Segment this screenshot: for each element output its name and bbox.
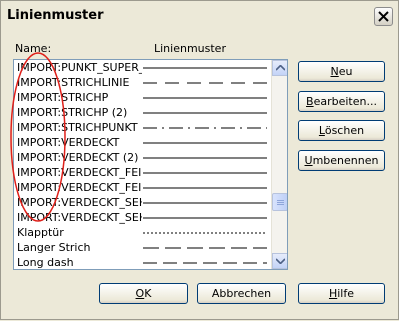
rename-button-label: mbenennen: [312, 154, 379, 167]
line-styles-dialog: Linienmuster Name: Linienmuster IMPORT:P…: [0, 0, 399, 320]
line-style-name: Klapptür: [17, 226, 64, 239]
list-item[interactable]: Klapptür: [14, 225, 272, 240]
list-item[interactable]: IMPORT:VERDECKT (2): [14, 150, 272, 165]
line-style-name: Langer Strich: [17, 241, 91, 254]
line-pattern-preview: [143, 202, 267, 204]
line-style-name: IMPORT:STRICHPUNKT: [17, 121, 138, 134]
line-pattern-preview: [143, 82, 267, 84]
ok-button[interactable]: OK: [99, 283, 188, 304]
line-style-name: IMPORT:STRICHP (2): [17, 106, 128, 119]
line-pattern-preview: [143, 172, 267, 174]
close-button[interactable]: [374, 7, 393, 26]
arrow-up-icon: [276, 65, 285, 71]
list-item[interactable]: IMPORT:VERDECKT_SEH: [14, 210, 272, 225]
close-icon: [378, 11, 389, 22]
pattern-column-header: Linienmuster: [154, 42, 226, 55]
list-item[interactable]: Long dash: [14, 255, 272, 269]
list-rows: IMPORT:PUNKT_SUPER_F IMPORT:STRICHLINIE IM…: [14, 60, 272, 269]
line-pattern-preview: [143, 232, 267, 234]
cancel-button-label: Abbrechen: [211, 287, 272, 300]
edit-button[interactable]: Bearbeiten...: [298, 91, 385, 112]
rename-button[interactable]: Umbenennen: [298, 150, 385, 171]
scroll-thumb[interactable]: [272, 193, 287, 211]
list-item[interactable]: IMPORT:VERDECKT_FEIN: [14, 180, 272, 195]
vertical-scrollbar[interactable]: [271, 60, 287, 269]
line-pattern-preview: [143, 112, 267, 114]
arrow-down-icon: [276, 258, 285, 264]
line-pattern-preview: [143, 217, 267, 219]
scroll-down-button[interactable]: [272, 253, 287, 269]
thumb-grip: [277, 200, 284, 201]
help-button-label: ilfe: [337, 287, 355, 300]
line-style-name: IMPORT:VERDECKT_SEH: [17, 211, 142, 224]
line-pattern-preview: [143, 127, 267, 129]
line-style-name: IMPORT:STRICHP: [17, 91, 109, 104]
list-item[interactable]: IMPORT:VERDECKT_SEH: [14, 195, 272, 210]
thumb-grip: [277, 202, 284, 203]
edit-button-accelerator: B: [306, 95, 314, 108]
line-style-name: IMPORT:VERDECKT_FEIN: [17, 181, 142, 194]
scroll-up-button[interactable]: [272, 60, 287, 76]
list-item[interactable]: IMPORT:VERDECKT: [14, 135, 272, 150]
ok-button-accelerator: O: [135, 287, 145, 300]
line-style-name: IMPORT:VERDECKT (2): [17, 151, 139, 164]
line-pattern-preview: [143, 97, 267, 99]
new-button-accelerator: N: [330, 65, 339, 78]
line-pattern-preview: [143, 262, 267, 264]
delete-button-label: öschen: [324, 124, 365, 137]
cancel-button[interactable]: Abbrechen: [197, 283, 286, 304]
help-button[interactable]: Hilfe: [298, 283, 385, 304]
delete-button[interactable]: Löschen: [298, 120, 385, 141]
new-button-label: eu: [338, 65, 353, 78]
line-style-name: IMPORT:STRICHLINIE: [17, 76, 130, 89]
list-item[interactable]: IMPORT:STRICHP: [14, 90, 272, 105]
list-item[interactable]: IMPORT:STRICHPUNKT: [14, 120, 272, 135]
line-pattern-preview: [143, 67, 267, 69]
list-item[interactable]: IMPORT:STRICHP (2): [14, 105, 272, 120]
line-pattern-preview: [143, 247, 267, 249]
line-pattern-preview: [143, 142, 267, 144]
line-style-name: Long dash: [17, 256, 74, 269]
help-button-accelerator: H: [328, 287, 338, 300]
line-pattern-preview: [143, 157, 267, 159]
line-style-list[interactable]: IMPORT:PUNKT_SUPER_F IMPORT:STRICHLINIE IM…: [13, 59, 288, 270]
edit-button-label: earbeiten...: [313, 95, 377, 108]
name-column-header: Name:: [15, 42, 52, 55]
list-item[interactable]: Langer Strich: [14, 240, 272, 255]
title-bar: Linienmuster: [1, 1, 398, 30]
line-style-name: IMPORT:VERDECKT_FEIN: [17, 166, 142, 179]
rename-button-accelerator: U: [304, 154, 313, 167]
list-item[interactable]: IMPORT:PUNKT_SUPER_F: [14, 60, 272, 75]
list-item[interactable]: IMPORT:STRICHLINIE: [14, 75, 272, 90]
line-pattern-preview: [143, 187, 267, 189]
line-style-name: IMPORT:VERDECKT_SEH: [17, 196, 142, 209]
list-item[interactable]: IMPORT:VERDECKT_FEIN: [14, 165, 272, 180]
ok-button-label: K: [144, 287, 152, 300]
line-style-name: IMPORT:PUNKT_SUPER_F: [17, 61, 142, 74]
dialog-title: Linienmuster: [7, 8, 104, 23]
line-style-name: IMPORT:VERDECKT: [17, 136, 120, 149]
thumb-grip: [277, 204, 284, 205]
new-button[interactable]: Neu: [298, 61, 385, 82]
